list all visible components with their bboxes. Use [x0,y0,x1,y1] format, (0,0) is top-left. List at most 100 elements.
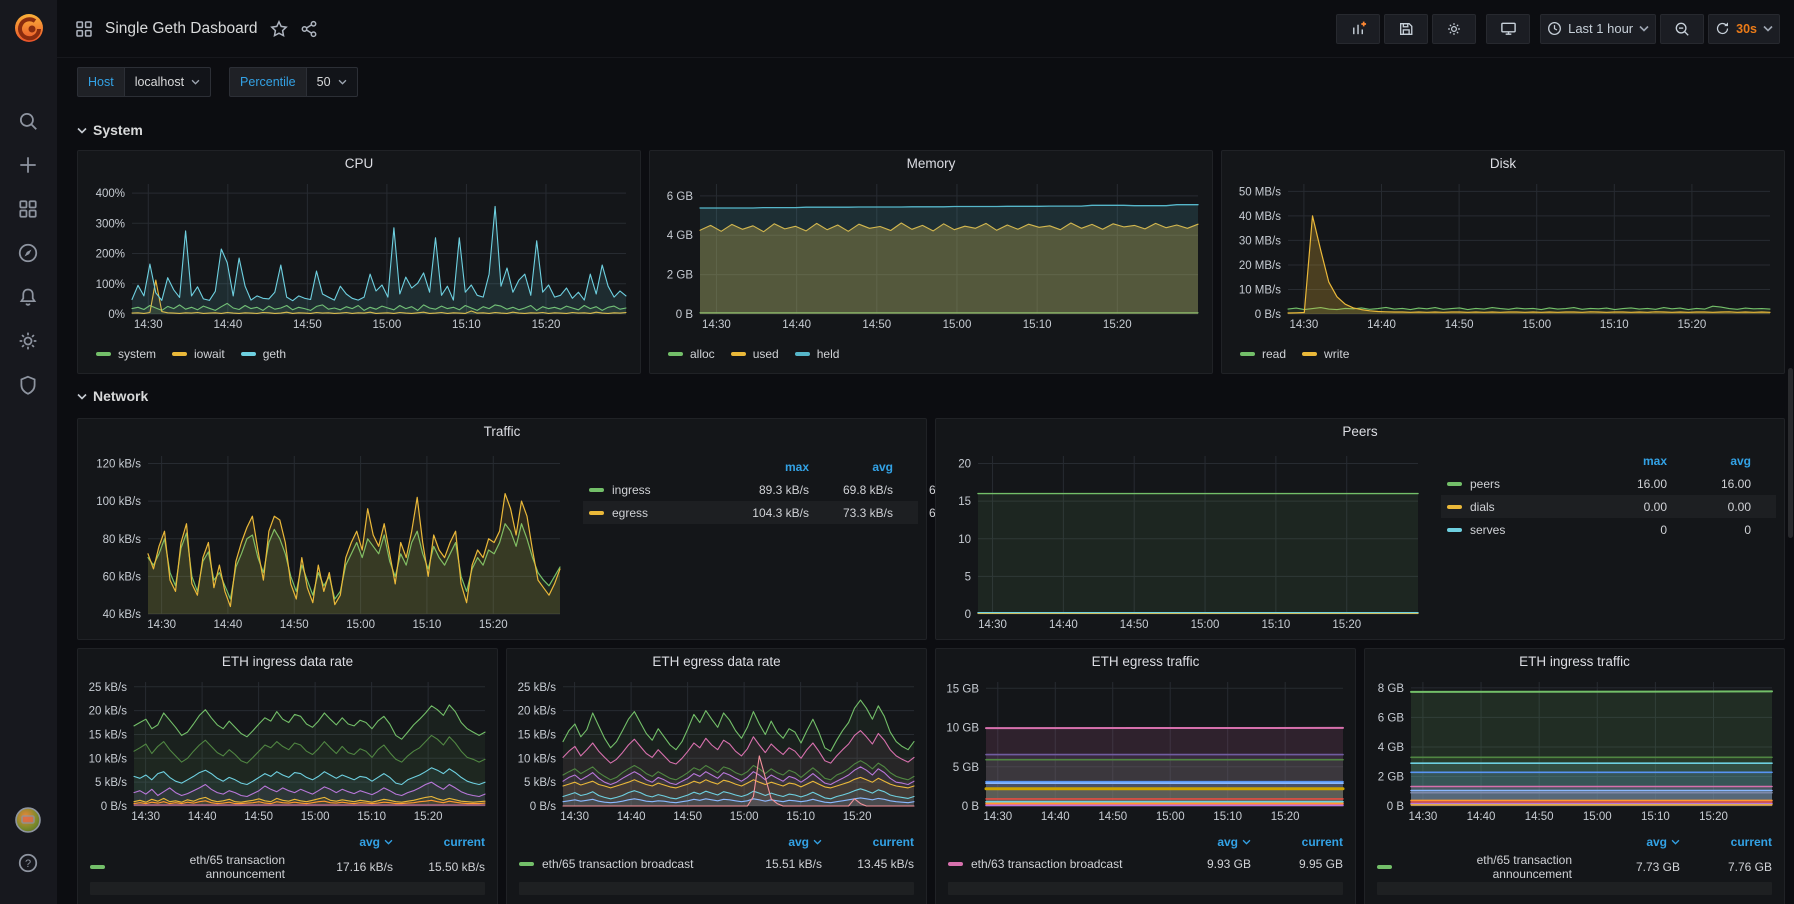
legend-series[interactable]: eth/65 transaction announcement [1377,853,1572,881]
panel-title[interactable]: Peers [936,424,1784,439]
svg-text:15:00: 15:00 [373,319,402,331]
time-range-picker[interactable]: Last 1 hour [1540,14,1656,44]
series-swatch [1377,865,1392,869]
legend-series[interactable]: eth/63 transaction broadcast [948,857,1143,871]
create-plus-icon[interactable] [17,154,39,176]
legend-series[interactable]: egress [589,506,717,520]
panel-title[interactable]: Disk [1222,156,1784,171]
panel-title[interactable]: Traffic [78,424,926,439]
legend-item[interactable]: system [96,347,156,361]
svg-text:15:00: 15:00 [1522,319,1551,331]
search-icon[interactable] [17,110,39,132]
dashboard-variables: Host localhost Percentile 50 [57,57,1794,107]
legend-item[interactable]: used [731,347,779,361]
svg-text:25 kB/s: 25 kB/s [518,682,557,694]
row-header-network[interactable]: Network [77,388,148,404]
eth-ingress-rate-legend: avgcurrent eth/65 transaction announceme… [90,831,485,895]
star-icon[interactable] [270,20,288,38]
legend-item[interactable]: read [1240,347,1286,361]
panel-title[interactable]: ETH ingress data rate [78,654,497,669]
legend-series[interactable]: eth/65 transaction announcement [90,853,285,881]
panel-eth-ingress-data-rate: ETH ingress data rate 0 B/s5 kB/s10 kB/s… [77,648,498,904]
svg-text:14:50: 14:50 [862,319,891,331]
user-avatar[interactable] [14,806,42,834]
zoom-out-time-button[interactable] [1660,14,1704,44]
svg-text:14:50: 14:50 [293,319,322,331]
svg-text:15:20: 15:20 [1699,811,1728,823]
dashboard-title[interactable]: Single Geth Dasboard [105,20,258,38]
explore-compass-icon[interactable] [17,242,39,264]
chevron-down-icon [77,127,87,134]
panel-title[interactable]: ETH ingress traffic [1365,654,1784,669]
svg-text:15:10: 15:10 [1600,319,1629,331]
dashboards-icon[interactable] [17,198,39,220]
variable-host-select[interactable]: localhost [124,67,211,97]
legend-row-stripe [948,882,1343,895]
legend-item[interactable]: held [795,347,840,361]
time-range-label: Last 1 hour [1568,21,1633,36]
grafana-logo[interactable] [8,7,50,49]
chevron-down-icon [191,79,200,85]
svg-text:0 B/s: 0 B/s [1255,309,1281,321]
dashboard-settings-button[interactable] [1432,14,1476,44]
svg-text:15:00: 15:00 [1583,811,1612,823]
legend-item[interactable]: iowait [172,347,225,361]
add-panel-button[interactable] [1336,14,1380,44]
panel-disk: Disk 0 B/s10 MB/s20 MB/s30 MB/s40 MB/s50… [1221,150,1785,374]
legend-item[interactable]: write [1302,347,1349,361]
legend-header: avgcurrent [90,831,485,853]
disk-chart[interactable]: 0 B/s10 MB/s20 MB/s30 MB/s40 MB/s50 MB/s… [1230,179,1776,333]
series-swatch [1240,352,1255,356]
legend-row: dials 0.000.000.00 [1441,495,1776,518]
panel-cpu: CPU 0%100%200%300%400%14:3014:4014:5015:… [77,150,641,374]
legend-item[interactable]: alloc [668,347,715,361]
alerting-bell-icon[interactable] [17,286,39,308]
disk-legend: read write [1240,347,1349,361]
svg-text:400%: 400% [96,188,125,200]
svg-text:30 MB/s: 30 MB/s [1239,235,1281,247]
svg-text:14:30: 14:30 [978,619,1007,631]
panel-title[interactable]: CPU [78,156,640,171]
panel-eth-ingress-traffic: ETH ingress traffic 0 B2 GB4 GB6 GB8 GB1… [1364,648,1785,904]
panel-title[interactable]: Memory [650,156,1212,171]
panel-title[interactable]: ETH egress data rate [507,654,926,669]
traffic-chart[interactable]: 40 kB/s60 kB/s80 kB/s100 kB/s120 kB/s14:… [86,451,566,633]
server-admin-shield-icon[interactable] [17,374,39,396]
panel-title[interactable]: ETH egress traffic [936,654,1355,669]
cpu-chart[interactable]: 0%100%200%300%400%14:3014:4014:5015:0015… [86,179,632,333]
legend-series[interactable]: ingress [589,483,717,497]
vertical-scrollbar[interactable] [1788,368,1793,538]
legend-item[interactable]: geth [241,347,286,361]
svg-text:14:30: 14:30 [1290,319,1319,331]
legend-series[interactable]: dials [1447,500,1575,514]
svg-text:4 GB: 4 GB [1378,742,1405,754]
eth-ingress-traffic-chart[interactable]: 0 B2 GB4 GB6 GB8 GB14:3014:4014:5015:001… [1371,677,1778,825]
configuration-gear-icon[interactable] [17,330,39,352]
variable-percentile-select[interactable]: 50 [306,67,358,97]
series-swatch [589,488,604,492]
legend-header: avgcurrent [1377,831,1772,853]
svg-text:2 GB: 2 GB [667,270,694,282]
refresh-button[interactable]: 30s [1708,14,1780,44]
refresh-interval-label: 30s [1736,22,1757,36]
svg-text:10 MB/s: 10 MB/s [1239,284,1281,296]
row-header-system[interactable]: System [77,122,143,138]
legend-series[interactable]: eth/65 transaction broadcast [519,857,714,871]
peers-chart[interactable]: 0510152014:3014:4014:5015:0015:1015:20 [944,451,1424,633]
svg-text:14:40: 14:40 [617,811,646,823]
help-icon[interactable]: ? [17,852,39,874]
svg-text:0: 0 [965,609,971,621]
legend-series[interactable]: serves [1447,523,1575,537]
svg-text:14:50: 14:50 [244,811,273,823]
chevron-down-icon [1639,25,1649,32]
svg-text:15:20: 15:20 [532,319,561,331]
eth-ingress-rate-chart[interactable]: 0 B/s5 kB/s10 kB/s15 kB/s20 kB/s25 kB/s1… [84,677,491,825]
tv-cycle-button[interactable] [1486,14,1530,44]
share-icon[interactable] [300,20,318,38]
eth-egress-traffic-chart[interactable]: 0 B5 GB10 GB15 GB14:3014:4014:5015:0015:… [942,677,1349,825]
svg-text:5 GB: 5 GB [953,762,980,774]
save-dashboard-button[interactable] [1384,14,1428,44]
memory-chart[interactable]: 0 B2 GB4 GB6 GB14:3014:4014:5015:0015:10… [658,179,1204,333]
eth-egress-rate-chart[interactable]: 0 B/s5 kB/s10 kB/s15 kB/s20 kB/s25 kB/s1… [513,677,920,825]
legend-series[interactable]: peers [1447,477,1575,491]
